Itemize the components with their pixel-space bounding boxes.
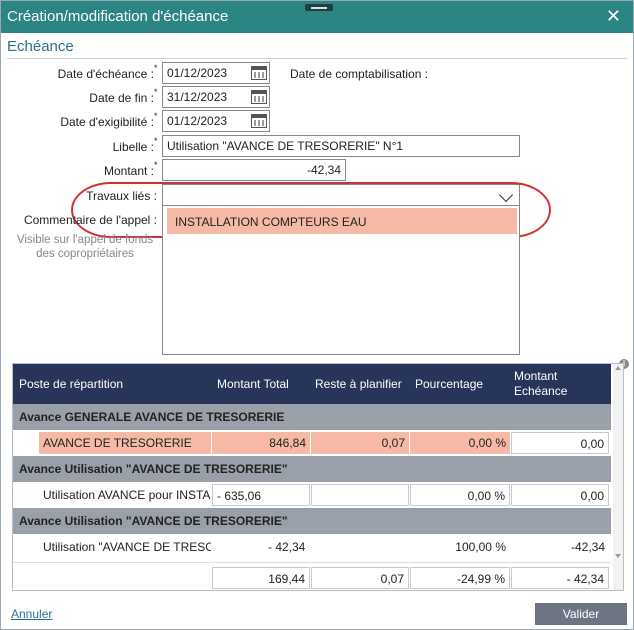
date-fin-value: 31/12/2023	[167, 90, 228, 104]
group-header: Avance Utilisation "AVANCE DE TRESORERIE…	[13, 508, 611, 534]
section-title: Echéance	[7, 38, 74, 55]
header-montant-echeance-line1: Montant	[514, 369, 558, 383]
libelle-value: Utilisation "AVANCE DE TRESORERIE" N°1	[167, 139, 404, 153]
date-comptabilisation-label: Date de comptabilisation :	[290, 67, 429, 81]
header-montant-echeance-line2: Echéance	[514, 384, 568, 398]
cell-reste: 0,07	[311, 432, 409, 454]
cell-total: 846,84	[212, 432, 310, 454]
cell-total: - 42,34	[268, 540, 306, 554]
calendar-icon[interactable]	[251, 114, 267, 128]
cell-poste: Utilisation AVANCE pour INSTA...	[43, 488, 211, 502]
commentaire-label: Commentaire de l'appel :	[23, 213, 157, 227]
travaux-label: Travaux liés :	[86, 189, 157, 203]
date-exigibilite-label: Date d'exigibilité :	[60, 115, 154, 129]
travaux-option-installation[interactable]: INSTALLATION COMPTEURS EAU	[167, 208, 517, 234]
table-row[interactable]: Utilisation "AVANCE DE TRESO... - 42,34 …	[13, 534, 611, 560]
cell-poste: Utilisation "AVANCE DE TRESO...	[43, 540, 211, 554]
montant-field[interactable]: -42,34	[162, 159, 346, 181]
libelle-field[interactable]: Utilisation "AVANCE DE TRESORERIE" N°1	[162, 135, 520, 157]
table-row[interactable]: Utilisation AVANCE pour INSTA... - 635,0…	[13, 482, 611, 508]
date-fin-label: Date de fin :	[89, 91, 154, 105]
cell-pourcentage: 0,00 %	[410, 484, 510, 506]
date-echeance-value: 01/12/2023	[167, 66, 228, 80]
scroll-up-icon[interactable]	[615, 366, 621, 370]
window-title: Création/modification d'échéance	[7, 8, 229, 25]
echeance-input[interactable]: 0,00	[511, 484, 609, 506]
echeance-value: -42,34	[570, 540, 605, 554]
title-bar[interactable]: Création/modification d'échéance ✕	[1, 1, 633, 33]
totals-row: 169,44 0,07 -24,99 % - 42,34	[13, 565, 611, 590]
header-montant-total: Montant Total	[217, 377, 289, 391]
required-mark: *	[154, 136, 158, 146]
date-echeance-label: Date d'échéance :	[57, 67, 154, 81]
cell-reste	[311, 536, 409, 558]
calendar-icon[interactable]	[251, 90, 267, 104]
montant-value: -42,34	[306, 163, 341, 177]
header-pourcentage: Pourcentage	[415, 377, 484, 391]
drag-handle-icon[interactable]	[305, 4, 333, 11]
required-mark: *	[154, 111, 158, 121]
cell-pourcentage: 0,00 %	[410, 432, 510, 454]
cell-pourcentage: 100,00 %	[455, 540, 506, 554]
repartition-grid: Poste de répartition Montant Total Reste…	[12, 363, 624, 591]
total-pourcentage: -24,99 %	[410, 567, 510, 589]
header-reste: Reste à planifier	[315, 377, 402, 391]
cell-poste: AVANCE DE TRESORERIE	[39, 432, 211, 454]
section-divider	[7, 58, 627, 59]
group-header: Avance Utilisation "AVANCE DE TRESORERIE…	[13, 456, 611, 482]
scroll-down-icon[interactable]	[615, 554, 621, 558]
date-exigibilite-value: 01/12/2023	[167, 114, 228, 128]
group-header: Avance GENERALE AVANCE DE TRESORERIE	[13, 404, 611, 430]
commentaire-hint: Visible sur l'appel de fonds des copropr…	[16, 234, 154, 260]
required-mark: *	[154, 160, 158, 170]
required-mark: *	[154, 87, 158, 97]
cell-reste	[311, 484, 409, 506]
travaux-select[interactable]	[162, 184, 520, 206]
table-row[interactable]: AVANCE DE TRESORERIE 846,84 0,07 0,00 % …	[13, 430, 611, 456]
required-mark: *	[154, 63, 158, 73]
calendar-icon[interactable]	[251, 66, 267, 80]
header-poste: Poste de répartition	[19, 377, 124, 391]
cell-total: - 635,06	[212, 484, 310, 506]
chevron-down-icon[interactable]	[498, 187, 514, 203]
validate-button[interactable]: Valider	[535, 603, 627, 625]
commentaire-textarea[interactable]	[162, 234, 520, 355]
echeance-input[interactable]: 0,00	[511, 432, 609, 454]
cancel-link[interactable]: Annuler	[11, 607, 52, 621]
montant-label: Montant :	[103, 164, 154, 178]
close-icon[interactable]: ✕	[606, 6, 621, 27]
grid-header: Poste de répartition Montant Total Reste…	[13, 364, 611, 404]
dialog-window: Création/modification d'échéance ✕ Echéa…	[0, 0, 634, 630]
total-echeance: - 42,34	[511, 567, 609, 589]
total-montant: 169,44	[212, 567, 310, 589]
total-reste: 0,07	[311, 567, 409, 589]
grid-divider	[13, 562, 611, 563]
grid-scrollbar[interactable]	[613, 364, 623, 590]
libelle-label: Libelle :	[112, 140, 154, 154]
